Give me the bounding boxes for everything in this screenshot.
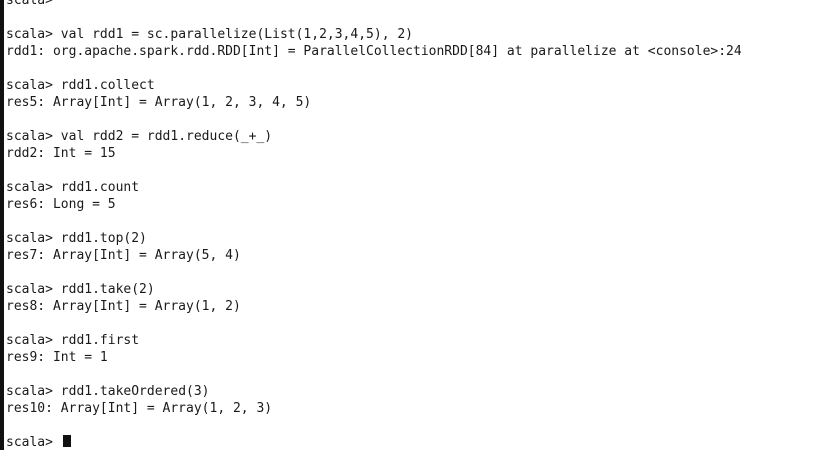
output-line: res6: Long = 5: [6, 197, 116, 212]
window-left-border: [0, 0, 4, 450]
prompt-label: scala>: [6, 78, 53, 93]
output-line: rdd1: org.apache.spark.rdd.RDD[Int] = Pa…: [6, 44, 742, 59]
prompt-label: scala>: [6, 0, 53, 8]
output-line: res9: Int = 1: [6, 350, 108, 365]
prompt-line: scala> rdd1.takeOrdered(3): [6, 383, 820, 400]
command-text: rdd1.first: [52, 333, 140, 348]
command-text: rdd1.top(2): [52, 231, 147, 246]
command-text: rdd1.takeOrdered(3): [52, 384, 210, 399]
prompt-line: scala> rdd1.collect: [6, 77, 820, 94]
text-cursor[interactable]: [62, 435, 71, 447]
active-prompt-line: scala>: [6, 434, 820, 450]
prompt-label: scala>: [6, 129, 53, 144]
output-line: rdd2: Int = 15: [6, 146, 116, 161]
prompt-label: scala>: [6, 27, 53, 42]
output-line: res5: Array[Int] = Array(1, 2, 3, 4, 5): [6, 95, 312, 110]
command-text: val rdd2 = rdd1.reduce(_+_): [52, 129, 273, 144]
prompt-line: scala> val rdd2 = rdd1.reduce(_+_): [6, 128, 820, 145]
prompt-label: scala>: [6, 231, 53, 246]
prompt-line: scala> rdd1.take(2): [6, 281, 820, 298]
prompt-label: scala>: [6, 384, 53, 399]
prompt-line: scala> rdd1.first: [6, 332, 820, 349]
command-text: rdd1.collect: [52, 78, 155, 93]
prompt-label: scala>: [6, 435, 53, 450]
output-line: res8: Array[Int] = Array(1, 2): [6, 299, 241, 314]
command-text: rdd1.take(2): [52, 282, 155, 297]
prompt-label: scala>: [6, 333, 53, 348]
prompt-line: scala>: [6, 0, 820, 9]
command-text: val rdd1 = sc.parallelize(List(1,2,3,4,5…: [52, 27, 413, 42]
terminal-output[interactable]: scala> scala> val rdd1 = sc.parallelize(L…: [6, 0, 820, 450]
command-text: [53, 435, 61, 450]
prompt-label: scala>: [6, 282, 53, 297]
output-line: res10: Array[Int] = Array(1, 2, 3): [6, 401, 273, 416]
output-line: res7: Array[Int] = Array(5, 4): [6, 248, 241, 263]
prompt-line: scala> val rdd1 = sc.parallelize(List(1,…: [6, 26, 820, 43]
prompt-label: scala>: [6, 180, 53, 195]
prompt-line: scala> rdd1.count: [6, 179, 820, 196]
terminal-window[interactable]: scala> scala> val rdd1 = sc.parallelize(L…: [0, 0, 820, 450]
command-text: rdd1.count: [52, 180, 140, 195]
prompt-line: scala> rdd1.top(2): [6, 230, 820, 247]
